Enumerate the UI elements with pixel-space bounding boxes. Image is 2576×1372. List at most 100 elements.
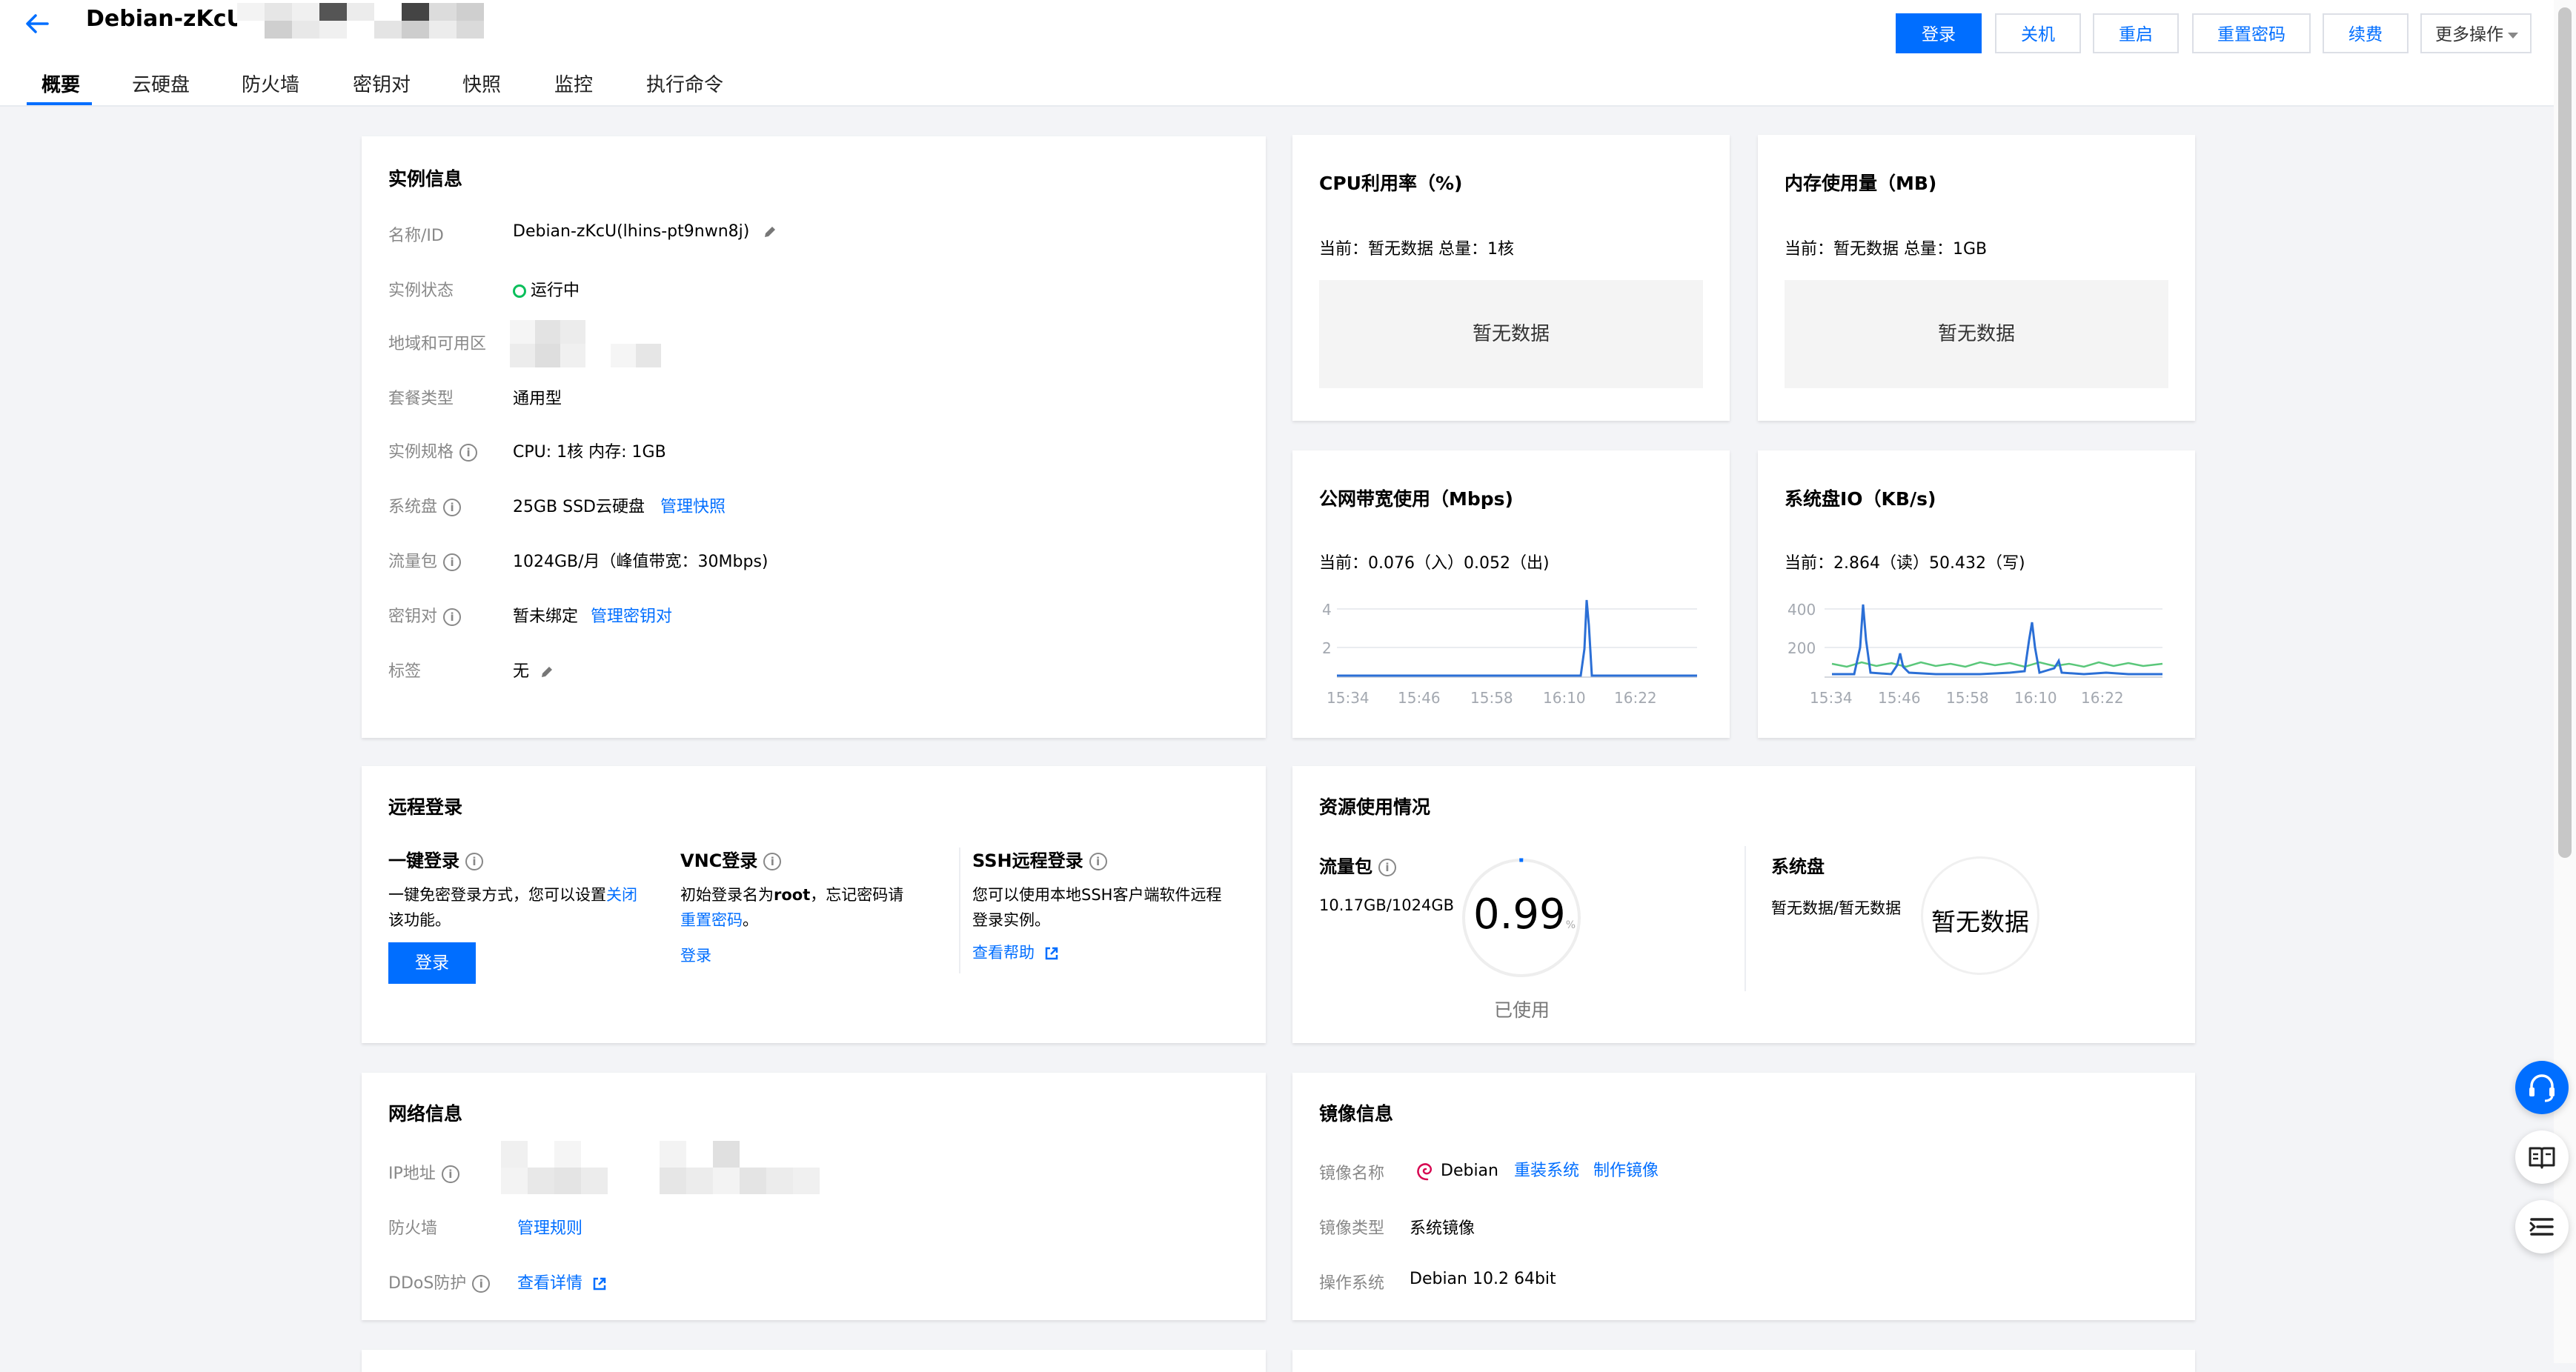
renew-button[interactable]: 续费 [2323,13,2409,53]
docs-button[interactable] [2515,1130,2569,1184]
list-menu-icon [2529,1218,2554,1236]
manage-snapshot-link[interactable]: 管理快照 [660,498,726,516]
read-series-line [1832,604,2162,676]
column-divider [959,847,960,973]
active-tab-indicator [27,102,92,105]
info-icon[interactable]: i [441,1165,459,1183]
keypair-text: 暂未绑定 [513,607,579,626]
info-icon[interactable]: i [1089,853,1107,870]
ddos-label-text: DDoS防护 [388,1274,467,1293]
traffic-label: 流量包 i [388,548,462,572]
x-tick-label: 16:22 [2081,689,2124,707]
x-tick-label: 16:22 [1614,689,1657,707]
traffic-percent: 0.99 [1473,890,1566,939]
tab-firewall[interactable]: 防火墙 [242,70,299,97]
info-icon[interactable]: i [763,853,782,870]
top-bar: Debian-zKcU 登录 关机 重启 重置密码 续费 更多操作 概要 云硬盘… [0,0,2554,107]
restart-button[interactable]: 重启 [2093,13,2179,53]
ip-address-label: IP地址 i [388,1160,459,1184]
disable-one-click-link[interactable]: 关闭 [606,886,637,904]
ssh-desc-line-2: 登录实例。 [972,911,1050,929]
traffic-usage-value: 0.99% [1473,890,1576,939]
plan-value: 通用型 [513,390,562,408]
info-icon[interactable]: i [472,1275,491,1293]
network-info-card: 网络信息 IP地址 i 防火墙 管理规则 DDoS防护 i 查看详情 [362,1073,1266,1320]
card-title: 远程登录 [388,796,463,818]
make-image-link[interactable]: 制作镜像 [1593,1162,1659,1180]
view-details-link[interactable]: 查看详情 [517,1274,582,1293]
plan-label: 套餐类型 [388,390,454,408]
tag-text: 无 [513,662,530,681]
card-title: 公网带宽使用（Mbps) [1319,488,1513,510]
region-label: 地域和可用区 [388,335,487,353]
ssh-desc-line-1: 您可以使用本地SSH客户端软件远程 [972,886,1222,904]
ddos-details[interactable]: 查看详情 [517,1270,607,1293]
ssh-help[interactable]: 查看帮助 [972,941,1059,963]
one-click-login-button[interactable]: 登录 [388,942,476,984]
y-tick-label: 400 [1787,601,1816,619]
login-button[interactable]: 登录 [1896,13,1982,53]
tab-cloud-disk[interactable]: 云硬盘 [132,70,190,97]
card-title: 内存使用量（MB) [1785,173,1937,194]
traffic-package-title: 流量包 i [1319,852,1396,878]
card-partial [362,1350,1266,1372]
ip-address-label-text: IP地址 [388,1165,436,1183]
menu-list-button[interactable] [2515,1200,2569,1253]
customer-service-button[interactable] [2515,1061,2569,1114]
one-click-login-title: 一键登录 i [388,846,483,872]
vnc-login-link[interactable]: 登录 [680,944,711,966]
system-disk-text: 25GB SSD云硬盘 [513,498,645,516]
edit-pencil-icon[interactable] [762,224,778,240]
ssh-login-title: SSH远程登录 i [972,846,1107,872]
info-icon[interactable]: i [443,553,462,571]
card-title: 系统盘IO（KB/s) [1785,488,1936,510]
system-disk-value: 25GB SSD云硬盘 管理快照 [513,493,726,517]
info-icon[interactable]: i [1378,859,1396,876]
tab-monitor[interactable]: 监控 [554,70,593,97]
shutdown-button[interactable]: 关机 [1995,13,2081,53]
memory-current: 当前：暂无数据 总量：1GB [1785,240,1988,259]
one-click-desc-line-1: 一键免密登录方式，您可以设置关闭 [388,883,637,905]
ssh-login-title-text: SSH远程登录 [972,850,1083,871]
one-click-desc-text: 一键免密登录方式，您可以设置 [388,886,606,904]
card-partial [1292,1350,2195,1372]
ddos-label: DDoS防护 i [388,1270,491,1293]
tag-value: 无 [513,658,555,682]
external-link-icon [593,1277,606,1291]
image-name-text: Debian [1441,1162,1498,1180]
card-title: 网络信息 [388,1103,463,1125]
name-label: 名称/ID [388,227,444,245]
cpu-usage-card: CPU利用率（%) 当前：暂无数据 总量：1核 暂无数据 [1292,135,1730,421]
vnc-reset-password-link[interactable]: 重置密码 [680,911,743,929]
tab-overview[interactable]: 概要 [42,70,80,97]
tab-keypair[interactable]: 密钥对 [353,70,411,97]
manage-rules-link[interactable]: 管理规则 [517,1215,582,1239]
info-icon[interactable]: i [443,499,462,516]
vnc-desc-end: 。 [743,911,758,929]
traffic-package-value: 10.17GB/1024GB [1319,896,1454,914]
ssh-help-link[interactable]: 查看帮助 [972,944,1035,962]
info-icon[interactable]: i [459,444,478,462]
back-arrow-icon[interactable] [21,7,53,40]
debian-logo-icon [1417,1163,1433,1181]
reset-password-button[interactable]: 重置密码 [2192,13,2311,53]
tab-run-command[interactable]: 执行命令 [646,70,723,97]
info-icon[interactable]: i [465,853,483,870]
status-label: 实例状态 [388,282,454,300]
more-actions-dropdown[interactable]: 更多操作 [2420,13,2532,53]
traffic-used-label: 已使用 [1494,999,1550,1021]
spec-label-text: 实例规格 [388,443,454,462]
info-icon[interactable]: i [443,608,462,626]
y-tick-label: 2 [1322,639,1332,657]
cpu-no-data: 暂无数据 [1319,280,1703,388]
scrollbar-thumb[interactable] [2558,7,2572,858]
reinstall-system-link[interactable]: 重装系统 [1514,1162,1579,1180]
disk-io-current: 当前：2.864（读）50.432（写) [1785,554,2025,573]
card-title: 镜像信息 [1319,1103,1394,1125]
edit-pencil-icon[interactable] [539,664,555,680]
manage-keypair-link[interactable]: 管理密钥对 [591,607,672,626]
keypair-label-text: 密钥对 [388,607,438,626]
tab-snapshot[interactable]: 快照 [462,70,501,97]
traffic-label-text: 流量包 [388,553,438,571]
os-label: 操作系统 [1319,1274,1385,1293]
